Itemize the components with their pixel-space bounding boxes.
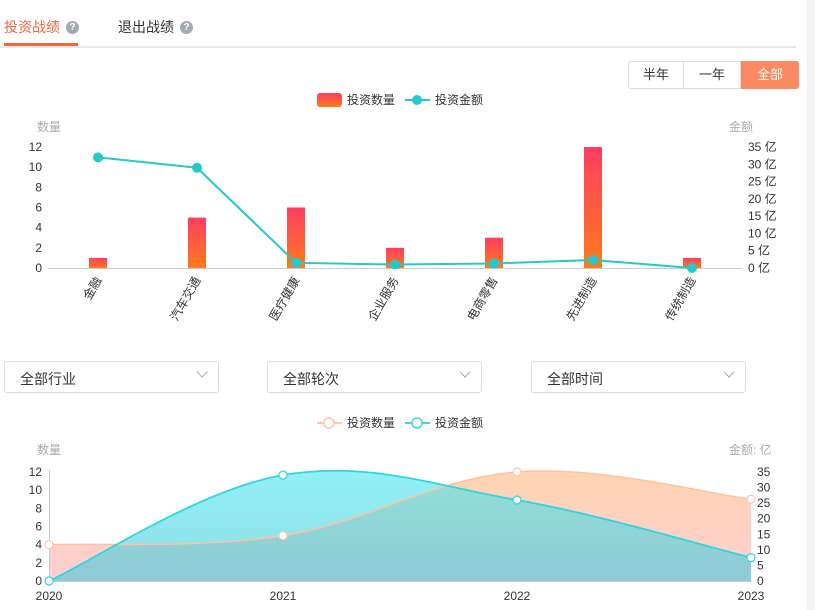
- category-label: 先进制造: [563, 275, 599, 324]
- bar[interactable]: [188, 217, 206, 268]
- right-tick-label: 25: [757, 496, 771, 510]
- right-tick-label: 15: [757, 527, 771, 541]
- line-point[interactable]: [687, 263, 697, 273]
- x-tick-label: 2022: [504, 589, 531, 603]
- round-filter-value: 全部轮次: [283, 371, 339, 387]
- amount-point[interactable]: [278, 470, 288, 480]
- x-tick-label: 2021: [270, 589, 297, 603]
- right-tick-label: 25 亿: [748, 174, 777, 189]
- right-tick-label: 15 亿: [748, 208, 777, 223]
- left-axis-title: 数量: [37, 119, 61, 134]
- line-point[interactable]: [291, 257, 301, 268]
- count-point[interactable]: [512, 467, 522, 477]
- right-tick-label: 30: [757, 481, 771, 495]
- bar[interactable]: [89, 257, 107, 268]
- right-tick-label: 0: [757, 574, 764, 588]
- industry-chart: 投资数量 投资金额 数量 金额 0 2 4 6 8 10 12 0 亿 5 亿 10 亿 15 亿…: [29, 92, 777, 324]
- left-tick-label: 10: [29, 160, 43, 174]
- category-label: 汽车交通: [167, 274, 204, 323]
- chevron-down-icon: [723, 366, 735, 378]
- left-axis-title: 数量: [37, 442, 61, 457]
- right-tick-label: 30 亿: [748, 156, 777, 171]
- right-tick-label: 35 亿: [748, 139, 777, 154]
- amount-point[interactable]: [746, 553, 756, 563]
- right-tick-label: 5 亿: [748, 243, 770, 258]
- bar[interactable]: [584, 147, 602, 268]
- left-tick-label: 10: [29, 483, 43, 497]
- category-label: 电商零售: [464, 274, 501, 323]
- line-point[interactable]: [192, 162, 202, 173]
- category-label: 企业服务: [365, 274, 402, 323]
- x-tick-label: 2020: [36, 589, 63, 603]
- left-tick-label: 12: [29, 140, 43, 154]
- left-tick-label: 6: [35, 520, 42, 534]
- line-point[interactable]: [489, 258, 499, 269]
- x-tick-label: 2023: [738, 589, 765, 603]
- yearly-chart: 投资数量 投资金额 数量 金额: 亿 024681012 05101520253…: [29, 415, 772, 603]
- industry-filter-value: 全部行业: [20, 371, 76, 387]
- left-tick-label: 0: [35, 574, 42, 588]
- line-point[interactable]: [93, 152, 103, 163]
- right-tick-label: 5: [757, 558, 764, 572]
- chevron-down-icon: [196, 366, 208, 378]
- left-tick-label: 12: [29, 465, 43, 479]
- legend-amount-label[interactable]: 投资金额: [435, 415, 483, 430]
- legend-count-label[interactable]: 投资数量: [347, 415, 395, 430]
- legend-bar-label[interactable]: 投资数量: [347, 92, 395, 107]
- left-tick-label: 2: [35, 241, 42, 255]
- count-point[interactable]: [278, 530, 288, 541]
- legend-amount-marker: [411, 417, 423, 429]
- left-tick-label: 4: [35, 538, 42, 552]
- line-point[interactable]: [390, 259, 400, 270]
- right-tick-label: 0 亿: [748, 260, 770, 275]
- legend-bar-swatch[interactable]: [317, 93, 342, 107]
- time-filter-select[interactable]: 全部时间: [531, 361, 746, 393]
- legend-count-marker: [323, 417, 335, 429]
- amount-point[interactable]: [44, 576, 54, 586]
- right-tick-label: 20 亿: [748, 191, 777, 206]
- line-point[interactable]: [588, 255, 598, 266]
- round-filter-select[interactable]: 全部轮次: [267, 361, 482, 393]
- category-label: 金融: [80, 274, 105, 302]
- amount-point[interactable]: [512, 495, 522, 505]
- industry-filter-select[interactable]: 全部行业: [4, 361, 219, 393]
- left-tick-label: 4: [35, 221, 42, 235]
- left-tick-label: 6: [35, 201, 42, 215]
- count-point[interactable]: [746, 494, 756, 504]
- category-label: 医疗健康: [266, 274, 303, 323]
- time-filter-value: 全部时间: [547, 371, 603, 387]
- right-axis-title: 金额: 亿: [729, 442, 772, 457]
- right-tick-label: 10 亿: [748, 225, 777, 240]
- right-axis-title: 金额: [729, 119, 753, 134]
- left-tick-label: 8: [35, 501, 42, 515]
- count-point[interactable]: [44, 540, 54, 550]
- legend-line-label[interactable]: 投资金额: [435, 92, 483, 107]
- right-tick-label: 35: [757, 465, 771, 479]
- right-tick-label: 10: [757, 543, 771, 557]
- category-label: 传统制造: [662, 274, 699, 323]
- left-tick-label: 8: [35, 180, 42, 194]
- right-tick-label: 20: [757, 512, 771, 526]
- left-tick-label: 0: [35, 261, 42, 275]
- left-tick-label: 2: [35, 556, 42, 570]
- chevron-down-icon: [459, 366, 471, 378]
- legend-line-marker: [412, 95, 422, 105]
